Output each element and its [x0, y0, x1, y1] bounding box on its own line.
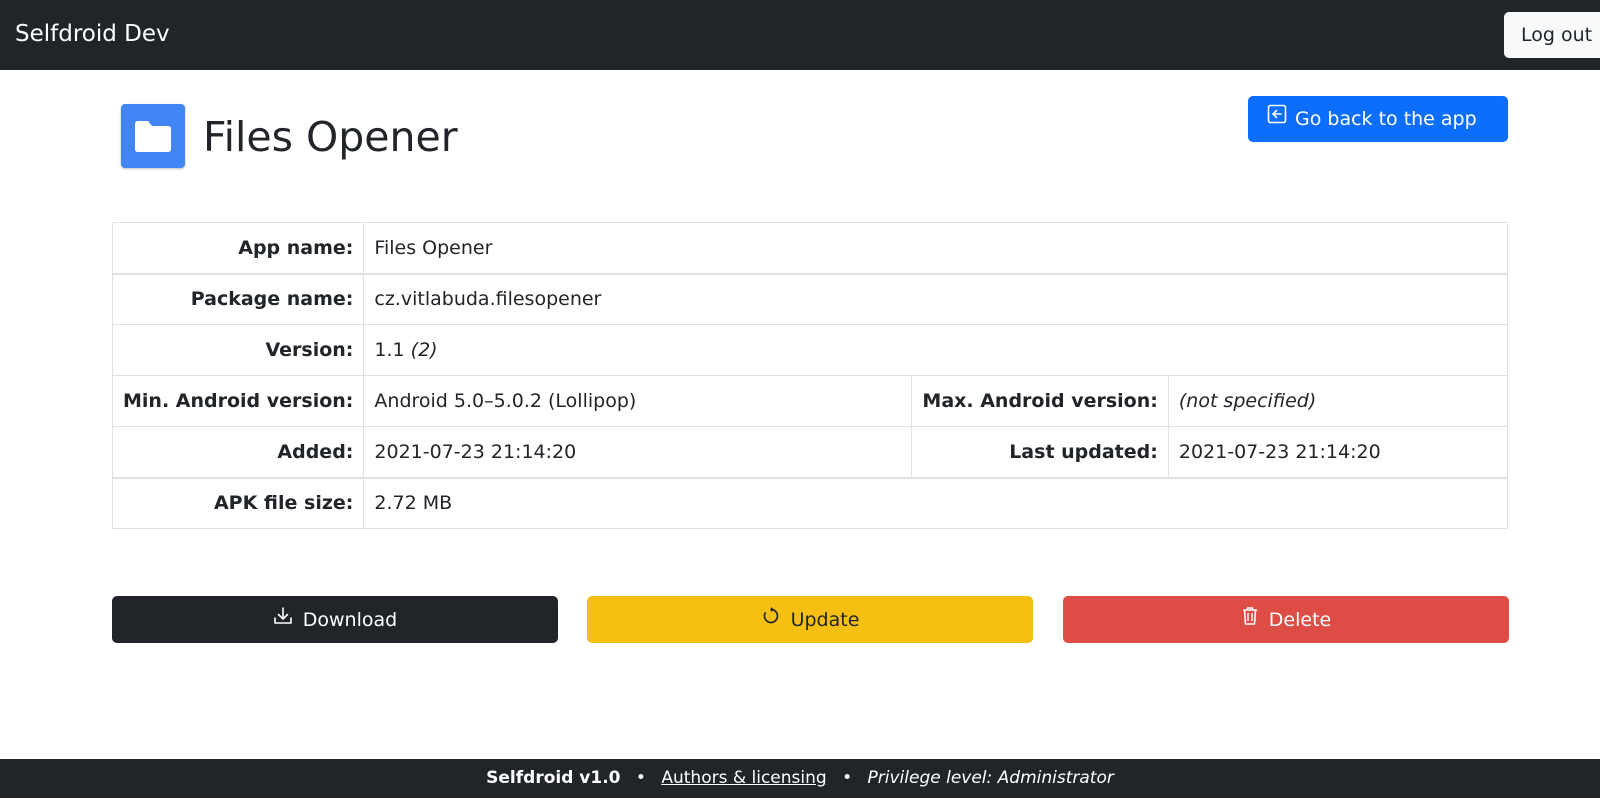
footer-version: Selfdroid v1.0 [486, 768, 621, 788]
download-icon [273, 606, 293, 631]
version-label: Version: [111, 324, 365, 376]
box-arrow-left-icon [1267, 96, 1287, 140]
app-name-label: App name: [111, 222, 365, 274]
version-value: 1.1 (2) [363, 324, 1508, 376]
added-value: 2021-07-23 21:14:20 [363, 426, 913, 478]
authors-licensing-link[interactable]: Authors & licensing [661, 768, 826, 788]
app-details-table: App name: Files Opener Package name: cz.… [111, 222, 1509, 529]
logout-button[interactable]: Log out [1504, 12, 1600, 58]
back-button-label: Go back to the app list [1267, 108, 1477, 174]
update-button[interactable]: Update [587, 596, 1033, 643]
app-icon [121, 104, 185, 168]
trash-icon [1241, 606, 1259, 631]
max-android-label: Max. Android version: [911, 375, 1169, 427]
update-label: Update [790, 608, 860, 631]
version-code: (2) [410, 339, 438, 361]
last-updated-value: 2021-07-23 21:14:20 [1167, 426, 1509, 478]
row-version: Version: 1.1 (2) [111, 324, 1508, 376]
min-android-value: Android 5.0–5.0.2 (Lollipop) [363, 375, 913, 427]
max-android-value: (not specified) [1167, 375, 1509, 427]
app-name-value: Files Opener [363, 222, 1508, 274]
apk-size-value: 2.72 MB [363, 476, 1508, 529]
refresh-icon [761, 606, 781, 631]
apk-size-label: APK file size: [111, 476, 365, 529]
version-name: 1.1 [374, 339, 405, 361]
row-android-versions: Min. Android version: Android 5.0–5.0.2 … [111, 375, 1509, 427]
row-app-name: App name: Files Opener [111, 222, 1508, 274]
row-package-name: Package name: cz.vitlabuda.filesopener [111, 272, 1508, 325]
download-label: Download [302, 608, 398, 631]
footer: Selfdroid v1.0 • Authors & licensing • P… [0, 759, 1600, 798]
page-title: Files Opener [203, 113, 458, 161]
navbar: Selfdroid Dev Log out [0, 0, 1600, 70]
navbar-brand[interactable]: Selfdroid Dev [15, 20, 170, 48]
delete-label: Delete [1268, 608, 1332, 631]
max-android-text: (not specified) [1178, 390, 1317, 412]
package-name-value: cz.vitlabuda.filesopener [363, 272, 1508, 325]
delete-button[interactable]: Delete [1063, 596, 1509, 643]
footer-separator: • [635, 768, 646, 788]
privilege-level: Privilege level: Administrator [867, 768, 1114, 788]
download-button[interactable]: Download [112, 596, 558, 643]
package-name-label: Package name: [111, 272, 365, 325]
added-label: Added: [111, 426, 365, 478]
back-to-app-list-button[interactable]: Go back to the app list [1248, 96, 1508, 174]
row-file-size: APK file size: 2.72 MB [111, 476, 1508, 529]
folder-icon [135, 121, 171, 152]
row-dates: Added: 2021-07-23 21:14:20 Last updated:… [111, 426, 1509, 478]
footer-separator: • [842, 768, 853, 788]
min-android-label: Min. Android version: [111, 375, 365, 427]
last-updated-label: Last updated: [911, 426, 1169, 478]
